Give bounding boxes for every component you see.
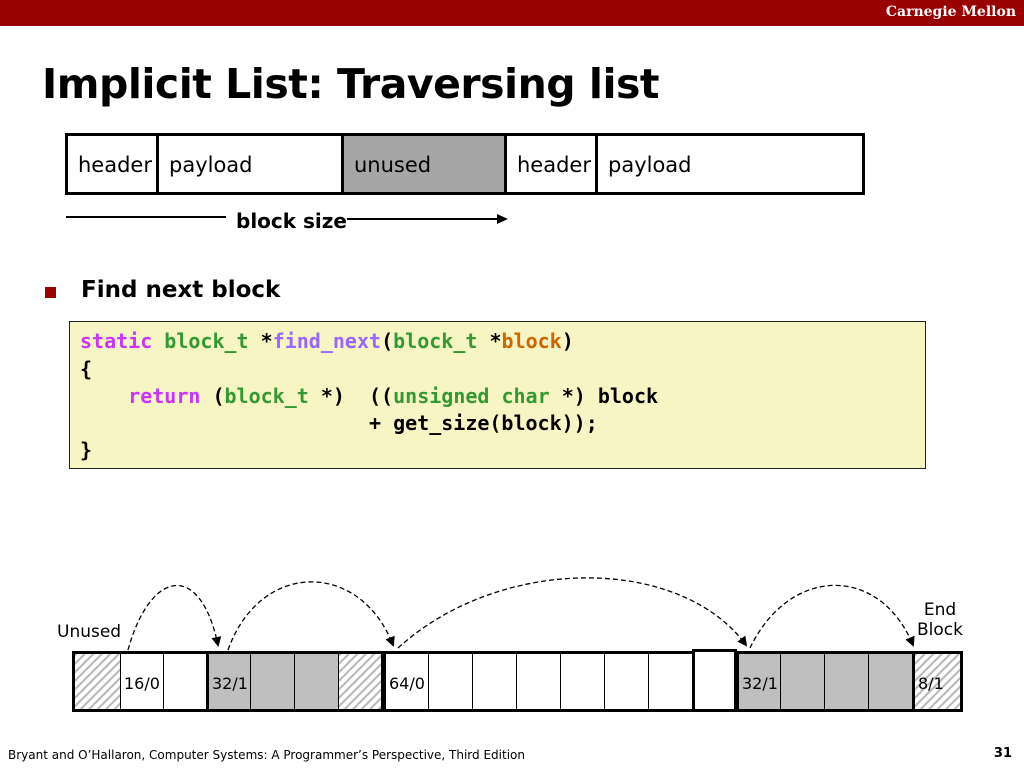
heap-cell [516,651,561,712]
heap-cell [780,651,825,712]
heap-cell [428,651,473,712]
heap-cell [604,651,649,712]
heap-cell [824,651,869,712]
footer-citation: Bryant and O’Hallaron, Computer Systems:… [8,748,525,762]
traversal-arrow-2 [227,581,395,651]
heap-cell-padding [338,651,384,712]
heap-cell [868,651,913,712]
heap-cell [692,649,737,712]
heap-cell [560,651,605,712]
page-number: 31 [993,746,1012,761]
heap-cell-end-block-8-1: 8/1 [912,651,963,712]
heap-cell-header-64-0: 64/0 [383,651,429,712]
traversal-arrow-1 [127,584,222,651]
heap-block-list: 16/0 32/1 64/0 32/1 8/1 [72,649,963,712]
traversal-arrow-3 [397,577,748,649]
heap-cell [294,651,339,712]
heap-cell-header-32-1-b: 32/1 [736,651,781,712]
heap-cell-header-16-0: 16/0 [120,651,164,712]
heap-cell-padding [72,651,121,712]
heap-cell [250,651,295,712]
heap-cell-header-32-1: 32/1 [206,651,251,712]
heap-cell [648,651,693,712]
heap-cell [472,651,517,712]
traversal-arrow-4 [749,584,915,649]
heap-cell [163,651,207,712]
